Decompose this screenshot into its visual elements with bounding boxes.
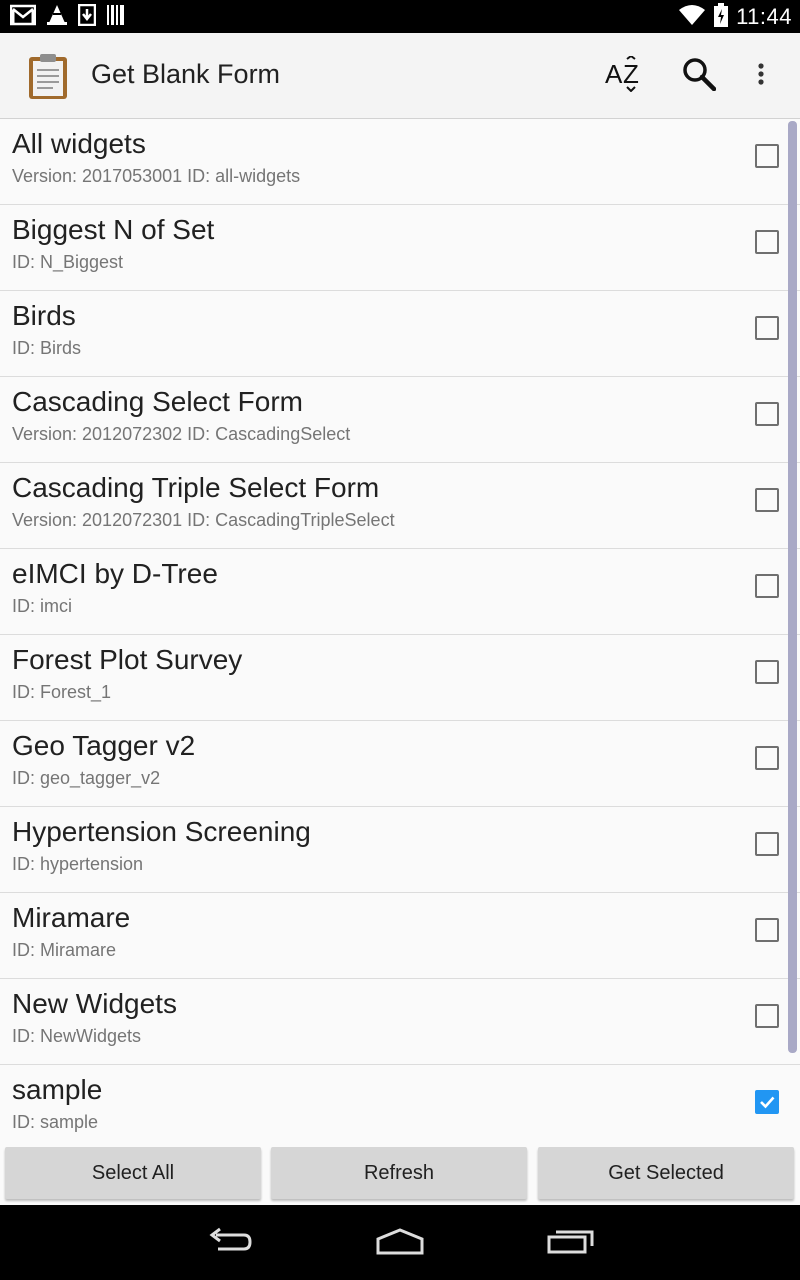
- form-name: New Widgets: [12, 988, 177, 1019]
- recents-icon: [547, 1228, 595, 1259]
- search-button[interactable]: [674, 51, 724, 101]
- form-list-item[interactable]: eIMCI by D-Tree ID: imci: [0, 549, 800, 635]
- svg-text:Z: Z: [623, 59, 639, 89]
- system-status: 11:44: [678, 2, 792, 32]
- barcode-icon: [106, 4, 126, 31]
- form-detail: Version: 2012072301 ID: CascadingTripleS…: [12, 510, 395, 530]
- form-detail: ID: Forest_1: [12, 682, 112, 702]
- home-button[interactable]: [370, 1225, 430, 1261]
- form-name: sample: [12, 1074, 103, 1105]
- form-checkbox[interactable]: [755, 488, 779, 512]
- clock: 11:44: [736, 4, 792, 29]
- form-name: Cascading Select Form: [12, 386, 304, 417]
- form-list[interactable]: All widgets Version: 2017053001 ID: all-w…: [0, 119, 800, 1141]
- refresh-button[interactable]: Refresh: [271, 1147, 527, 1199]
- download-icon: [77, 3, 97, 31]
- form-name: Miramare: [12, 902, 131, 933]
- form-detail: ID: geo_tagger_v2: [12, 768, 161, 788]
- form-list-item[interactable]: All widgets Version: 2017053001 ID: all-w…: [0, 119, 800, 205]
- form-detail: ID: hypertension: [12, 854, 144, 874]
- form-checkbox[interactable]: [755, 316, 779, 340]
- battery-charging-icon: [714, 2, 729, 32]
- form-list-item[interactable]: Cascading Select Form Version: 2012072302…: [0, 377, 800, 463]
- form-checkbox[interactable]: [755, 918, 779, 942]
- wifi-icon: [678, 4, 706, 31]
- list-scrollbar[interactable]: [788, 121, 797, 1053]
- form-detail: Version: 2017053001 ID: all-widgets: [12, 166, 301, 186]
- vlc-cone-icon: [46, 4, 68, 31]
- home-icon: [375, 1227, 425, 1260]
- form-detail: ID: NewWidgets: [12, 1026, 142, 1046]
- form-name: Biggest N of Set: [12, 214, 215, 245]
- gmail-icon: [9, 4, 37, 31]
- form-name: Cascading Triple Select Form: [12, 472, 380, 503]
- recents-button[interactable]: [541, 1225, 601, 1261]
- get-selected-button[interactable]: Get Selected: [538, 1147, 794, 1199]
- form-detail: ID: N_Biggest: [12, 252, 124, 272]
- sort-az-icon: A Z: [605, 54, 645, 97]
- select-all-button[interactable]: Select All: [5, 1147, 261, 1199]
- form-checkbox[interactable]: [755, 402, 779, 426]
- form-detail: ID: sample: [12, 1112, 99, 1132]
- notification-icons: [9, 3, 126, 31]
- form-detail: ID: imci: [12, 596, 72, 616]
- overflow-menu-icon: [757, 62, 765, 91]
- form-name: Hypertension Screening: [12, 816, 311, 847]
- form-list-item[interactable]: Biggest N of Set ID: N_Biggest: [0, 205, 800, 291]
- form-name: Birds: [12, 300, 76, 331]
- form-list-item[interactable]: sample ID: sample: [0, 1065, 800, 1141]
- form-list-item[interactable]: Forest Plot Survey ID: Forest_1: [0, 635, 800, 721]
- form-detail: ID: Miramare: [12, 940, 117, 960]
- status-bar: 11:44: [0, 0, 800, 33]
- action-bar: Get Blank Form A Z: [0, 33, 800, 119]
- sort-button[interactable]: A Z: [600, 51, 650, 101]
- form-checkbox[interactable]: [755, 1090, 779, 1114]
- form-checkbox[interactable]: [755, 1004, 779, 1028]
- form-name: Forest Plot Survey: [12, 644, 243, 675]
- form-checkbox[interactable]: [755, 144, 779, 168]
- form-checkbox[interactable]: [755, 832, 779, 856]
- form-detail: Version: 2012072302 ID: CascadingSelect: [12, 424, 351, 444]
- form-checkbox[interactable]: [755, 746, 779, 770]
- form-name: All widgets: [12, 128, 146, 159]
- form-list-item[interactable]: Hypertension Screening ID: hypertension: [0, 807, 800, 893]
- form-list-item[interactable]: Birds ID: Birds: [0, 291, 800, 377]
- checkmark-icon: [760, 1096, 775, 1109]
- search-icon: [682, 57, 717, 96]
- form-name: eIMCI by D-Tree: [12, 558, 218, 589]
- navigation-bar: [0, 1205, 800, 1280]
- form-checkbox[interactable]: [755, 574, 779, 598]
- page-title: Get Blank Form: [91, 59, 281, 89]
- svg-text:A: A: [605, 59, 623, 89]
- form-name: Geo Tagger v2: [12, 730, 196, 761]
- form-list-item[interactable]: Miramare ID: Miramare: [0, 893, 800, 979]
- back-button[interactable]: [200, 1225, 260, 1261]
- form-detail: ID: Birds: [12, 338, 82, 358]
- button-bar: Select All Refresh Get Selected: [0, 1141, 800, 1205]
- form-checkbox[interactable]: [755, 230, 779, 254]
- clipboard-app-icon: [26, 52, 70, 100]
- form-list-item[interactable]: Cascading Triple Select Form Version: 201…: [0, 463, 800, 549]
- back-icon: [206, 1227, 254, 1260]
- form-list-item[interactable]: Geo Tagger v2 ID: geo_tagger_v2: [0, 721, 800, 807]
- overflow-menu-button[interactable]: [736, 51, 786, 101]
- form-list-item[interactable]: New Widgets ID: NewWidgets: [0, 979, 800, 1065]
- form-checkbox[interactable]: [755, 660, 779, 684]
